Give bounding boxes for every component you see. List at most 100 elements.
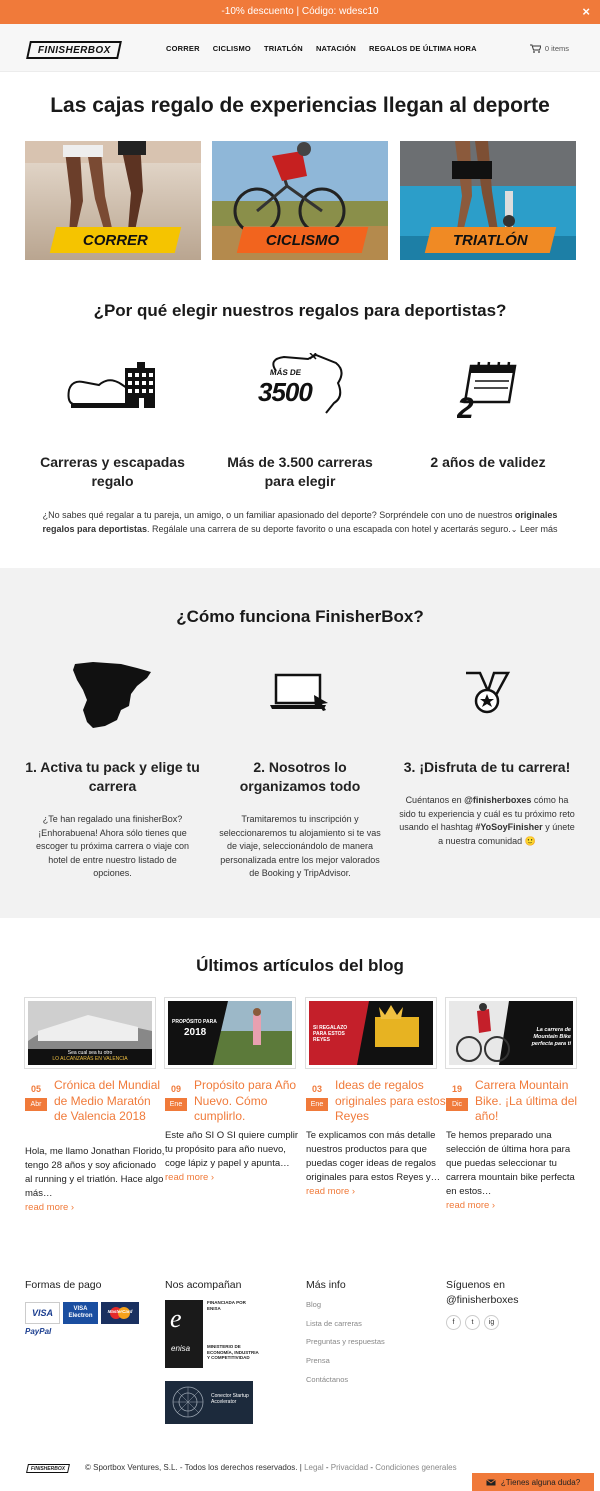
badge-top: MÁS DE: [269, 368, 302, 377]
mail-icon: [486, 1478, 496, 1485]
post-thumbnail[interactable]: SI REGALAZO PARA ESTOS REYES: [306, 998, 436, 1068]
terms-link[interactable]: Condiciones generales: [375, 1463, 456, 1472]
spain-map-icon: [73, 662, 151, 728]
footer-link-carreras[interactable]: Lista de carreras: [306, 1315, 385, 1334]
blog-post: La carrera de Mountain Bike perfecta para…: [446, 998, 577, 1211]
footer-partners: Nos acompañan e enisa FINANCIADA POR ENI…: [165, 1278, 265, 1424]
how-title: ¿Cómo funciona FinisherBox?: [176, 607, 424, 626]
step-title: 3. ¡Disfruta de tu carrera!: [403, 759, 571, 775]
nav-item-correr[interactable]: CORRER: [166, 44, 200, 53]
svg-text:2: 2: [457, 392, 474, 420]
step-text: Tramitaremos tu inscripción y selecciona…: [219, 814, 381, 878]
footer-logo[interactable]: FINISHERBOX: [26, 1464, 70, 1473]
chevron-down-icon: ⌄: [510, 524, 518, 534]
races-badge-icon: MÁS DE 3500: [256, 353, 348, 417]
footer-link-contacto[interactable]: Contáctanos: [306, 1371, 385, 1390]
read-more-link[interactable]: Leer más: [520, 524, 558, 534]
feature-title: 2 años de validez: [430, 454, 546, 470]
nav-item-ciclismo[interactable]: CICLISMO: [213, 44, 251, 53]
label-correr: CORRER: [49, 227, 182, 253]
footer-social: Síguenos en @finisherboxes f t ig: [446, 1278, 566, 1330]
post-thumbnail[interactable]: PROPÓSITO PARA 2018: [165, 998, 295, 1068]
footer-links: Más info Blog Lista de carreras Pregunta…: [306, 1278, 385, 1389]
nav-item-regalos[interactable]: REGALOS DE ÚLTIMA HORA: [369, 44, 477, 53]
feature-title: Más de 3.500 carreras para elegir: [227, 454, 373, 489]
copyright: © Sportbox Ventures, S.L. - Todos los de…: [85, 1463, 457, 1472]
footer-heading: Nos acompañan: [165, 1279, 242, 1291]
post-title[interactable]: Propósito para Año Nuevo. Cómo cumplirlo…: [194, 1078, 306, 1125]
hero-title: Las cajas regalo de experiencias llegan …: [50, 94, 550, 117]
post-excerpt: Te explicamos con más detalle nuestros p…: [306, 1130, 441, 1197]
card-ciclismo[interactable]: CICLISMO: [212, 141, 388, 260]
read-more-link[interactable]: read more ›: [165, 1172, 214, 1183]
social-icons: f t ig: [446, 1315, 566, 1330]
badge-number: 3500: [258, 377, 313, 407]
post-date: 05 Abr: [25, 1080, 47, 1111]
nav-item-natacion[interactable]: NATACIÓN: [316, 44, 356, 53]
footer-payments: Formas de pago VISA VISA Electron Master…: [25, 1278, 139, 1336]
medal-icon: [466, 671, 511, 714]
post-title[interactable]: Carrera Mountain Bike. ¡La última del añ…: [475, 1078, 587, 1125]
logo[interactable]: FINISHERBOX: [26, 41, 122, 59]
post-thumbnail[interactable]: Sea cual sea tu otro LO ALCANZARÁS EN VAL…: [25, 998, 155, 1068]
payment-logos: VISA VISA Electron MasterCard: [25, 1302, 139, 1324]
enisa-logo: e enisa FINANCIADA POR ENISA MINISTERIO …: [165, 1300, 265, 1368]
calendar-icon: 2: [457, 361, 517, 420]
bottom-bar: FINISHERBOX © Sportbox Ventures, S.L. - …: [0, 1455, 600, 1491]
read-more-link[interactable]: read more ›: [306, 1186, 355, 1197]
cart-icon: [529, 44, 541, 53]
cart-count: 0 items: [544, 44, 569, 53]
step-title: 2. Nosotros lo organizamos todo: [239, 759, 361, 794]
post-title[interactable]: Crónica del Mundial de Medio Maratón de …: [54, 1078, 166, 1125]
blog-post: Sea cual sea tu otro LO ALCANZARÁS EN VAL…: [25, 998, 164, 1213]
twitter-icon[interactable]: t: [465, 1315, 480, 1330]
post-date: 09 Ene: [165, 1080, 187, 1111]
footer-link-faq[interactable]: Preguntas y respuestas: [306, 1333, 385, 1352]
nav-item-triatlon[interactable]: TRIATLÓN: [264, 44, 303, 53]
close-icon[interactable]: ×: [582, 0, 590, 24]
legal-link[interactable]: Legal: [304, 1463, 324, 1472]
card-triatlon[interactable]: TRIATLÓN: [400, 141, 576, 260]
post-date: 03 Ene: [306, 1080, 328, 1111]
post-thumbnail[interactable]: La carrera de Mountain Bike perfecta para…: [446, 998, 576, 1068]
paypal-logo: PayPal: [25, 1327, 52, 1336]
feature-title: Carreras y escapadas regalo: [40, 454, 185, 489]
footer-heading: Más info: [306, 1279, 346, 1291]
post-excerpt: Hola, me llamo Jonathan Florido, tengo 2…: [25, 1146, 165, 1213]
step-title: 1. Activa tu pack y elige tu carrera: [25, 759, 200, 794]
read-more-link[interactable]: read more ›: [25, 1202, 74, 1213]
why-title: ¿Por qué elegir nuestros regalos para de…: [93, 301, 507, 320]
feature-3500: Más de 3.500 carreras para elegir: [212, 453, 388, 491]
blog-post: SI REGALAZO PARA ESTOS REYES 03 Ene Ideas …: [306, 998, 446, 1197]
startup-accelerator-logo: Conector Startup Accelerator: [165, 1381, 253, 1424]
blog-title: Últimos artículos del blog: [196, 956, 404, 975]
chat-button[interactable]: ¿Tienes alguna duda?: [472, 1473, 594, 1491]
visa-logo: VISA: [25, 1302, 60, 1324]
post-title[interactable]: Ideas de regalos originales para estos R…: [335, 1078, 447, 1125]
visa-electron-logo: VISA Electron: [63, 1302, 98, 1324]
card-correr[interactable]: CORRER: [25, 141, 201, 260]
blog-post: PROPÓSITO PARA 2018 09 Ene Propósito para…: [165, 998, 298, 1183]
read-more-link[interactable]: read more ›: [446, 1200, 495, 1211]
instagram-icon[interactable]: ig: [484, 1315, 499, 1330]
footer-link-blog[interactable]: Blog: [306, 1296, 385, 1315]
post-excerpt: Te hemos preparado una selección de últi…: [446, 1130, 575, 1211]
step-text: ¿Te han regalado una finisherBox? ¡Enhor…: [35, 814, 190, 878]
shoe-hotel-icon: [67, 362, 155, 408]
post-date: 19 Dic: [446, 1080, 468, 1111]
laptop-icon: [270, 673, 328, 711]
mastercard-logo: MasterCard: [101, 1302, 139, 1324]
main-nav: CORRER CICLISMO TRIATLÓN NATACIÓN REGALO…: [166, 44, 477, 53]
facebook-icon[interactable]: f: [446, 1315, 461, 1330]
label-ciclismo: CICLISMO: [236, 227, 369, 253]
privacy-link[interactable]: Privacidad: [331, 1463, 368, 1472]
promo-bar: -10% descuento | Código: wdesc10 ×: [0, 0, 600, 24]
label-triatlon: TRIATLÓN: [424, 227, 557, 253]
feature-validez: 2 años de validez: [400, 453, 576, 472]
cart-link[interactable]: 0 items: [529, 44, 569, 53]
step-text: Cuéntanos en @finisherboxes cómo ha sido…: [399, 795, 575, 846]
post-excerpt: Este año SI O SI quiere cumplir tu propó…: [165, 1130, 299, 1183]
footer-heading: Formas de pago: [25, 1279, 102, 1291]
step-3: 3. ¡Disfruta de tu carrera! Cuéntanos en…: [394, 758, 580, 848]
footer-link-prensa[interactable]: Prensa: [306, 1352, 385, 1371]
